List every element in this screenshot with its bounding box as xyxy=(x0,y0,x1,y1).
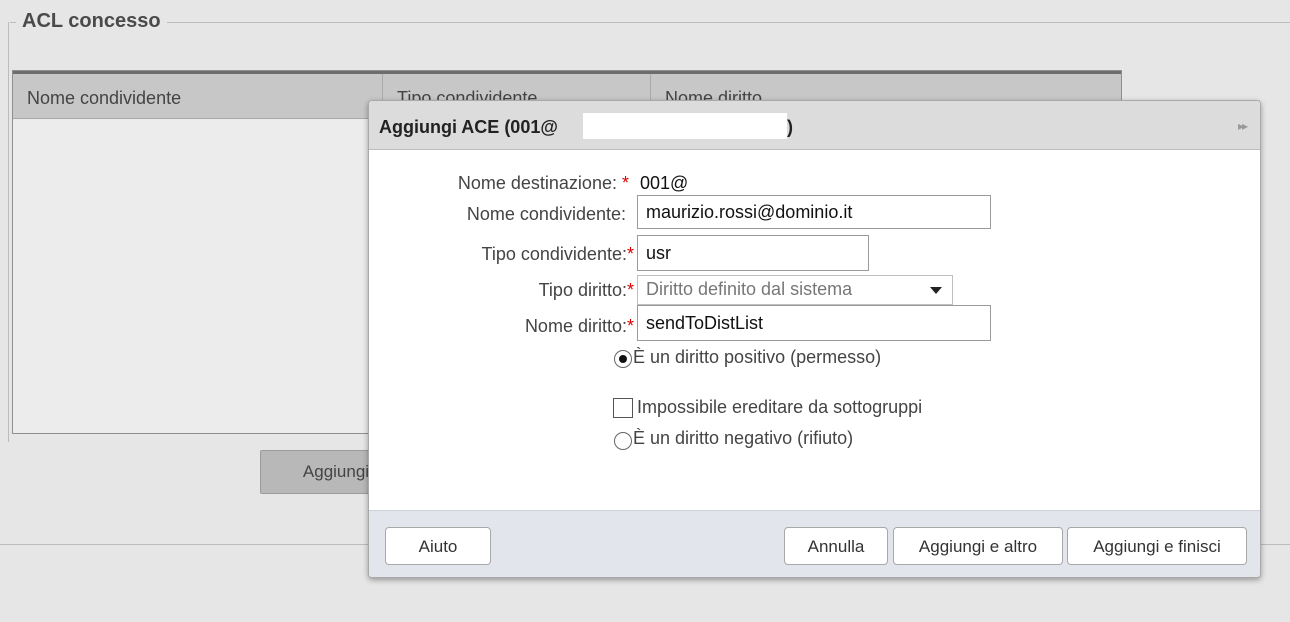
right-name-label: Nome diritto:* xyxy=(524,316,634,336)
dropdown-arrow-icon xyxy=(930,287,942,294)
add-and-more-button[interactable]: Aggiungi e altro xyxy=(893,527,1063,565)
no-inherit-label: Impossibile ereditare da sottogruppi xyxy=(637,397,923,417)
cancel-button[interactable]: Annulla xyxy=(784,527,888,565)
add-ace-dialog: Aggiungi ACE (001@ ) ▸▸ Nome destinazion… xyxy=(368,100,1261,578)
right-type-selected: Diritto definito dal sistema xyxy=(646,279,853,299)
dest-name-value: 001@ xyxy=(640,173,689,193)
dialog-header[interactable]: Aggiungi ACE (001@ ) ▸▸ xyxy=(369,101,1260,150)
negative-right-radio[interactable] xyxy=(614,432,632,450)
right-name-input[interactable] xyxy=(637,305,991,341)
collapse-icon[interactable]: ▸▸ xyxy=(1238,119,1248,133)
grantee-name-label: Nome condividente: xyxy=(466,204,626,224)
right-type-label: Tipo diritto:* xyxy=(538,280,634,300)
add-and-finish-button[interactable]: Aggiungi e finisci xyxy=(1067,527,1247,565)
positive-right-label: È un diritto positivo (permesso) xyxy=(633,347,882,367)
grantee-type-label: Tipo condividente:* xyxy=(481,244,634,264)
no-inherit-checkbox[interactable] xyxy=(613,398,633,418)
positive-right-radio[interactable] xyxy=(614,350,632,368)
grantee-type-input[interactable] xyxy=(637,235,869,271)
grantee-name-input[interactable] xyxy=(637,195,991,229)
right-type-select[interactable]: Diritto definito dal sistema xyxy=(637,275,953,305)
negative-right-label: È un diritto negativo (rifiuto) xyxy=(633,428,854,448)
help-button[interactable]: Aiuto xyxy=(385,527,491,565)
dest-name-label: Nome destinazione: * xyxy=(457,173,629,193)
dialog-footer: Aiuto Annulla Aggiungi e altro Aggiungi … xyxy=(369,510,1260,577)
dialog-title-end: ) xyxy=(787,117,793,137)
fieldset-border xyxy=(10,22,1290,23)
redacted-area xyxy=(583,113,787,139)
dialog-title: Aggiungi ACE (001@ xyxy=(379,117,558,137)
column-header-grantee-name[interactable]: Nome condividente xyxy=(13,74,383,118)
fieldset-legend: ACL concesso xyxy=(16,10,167,33)
fieldset-border-left xyxy=(8,22,9,442)
